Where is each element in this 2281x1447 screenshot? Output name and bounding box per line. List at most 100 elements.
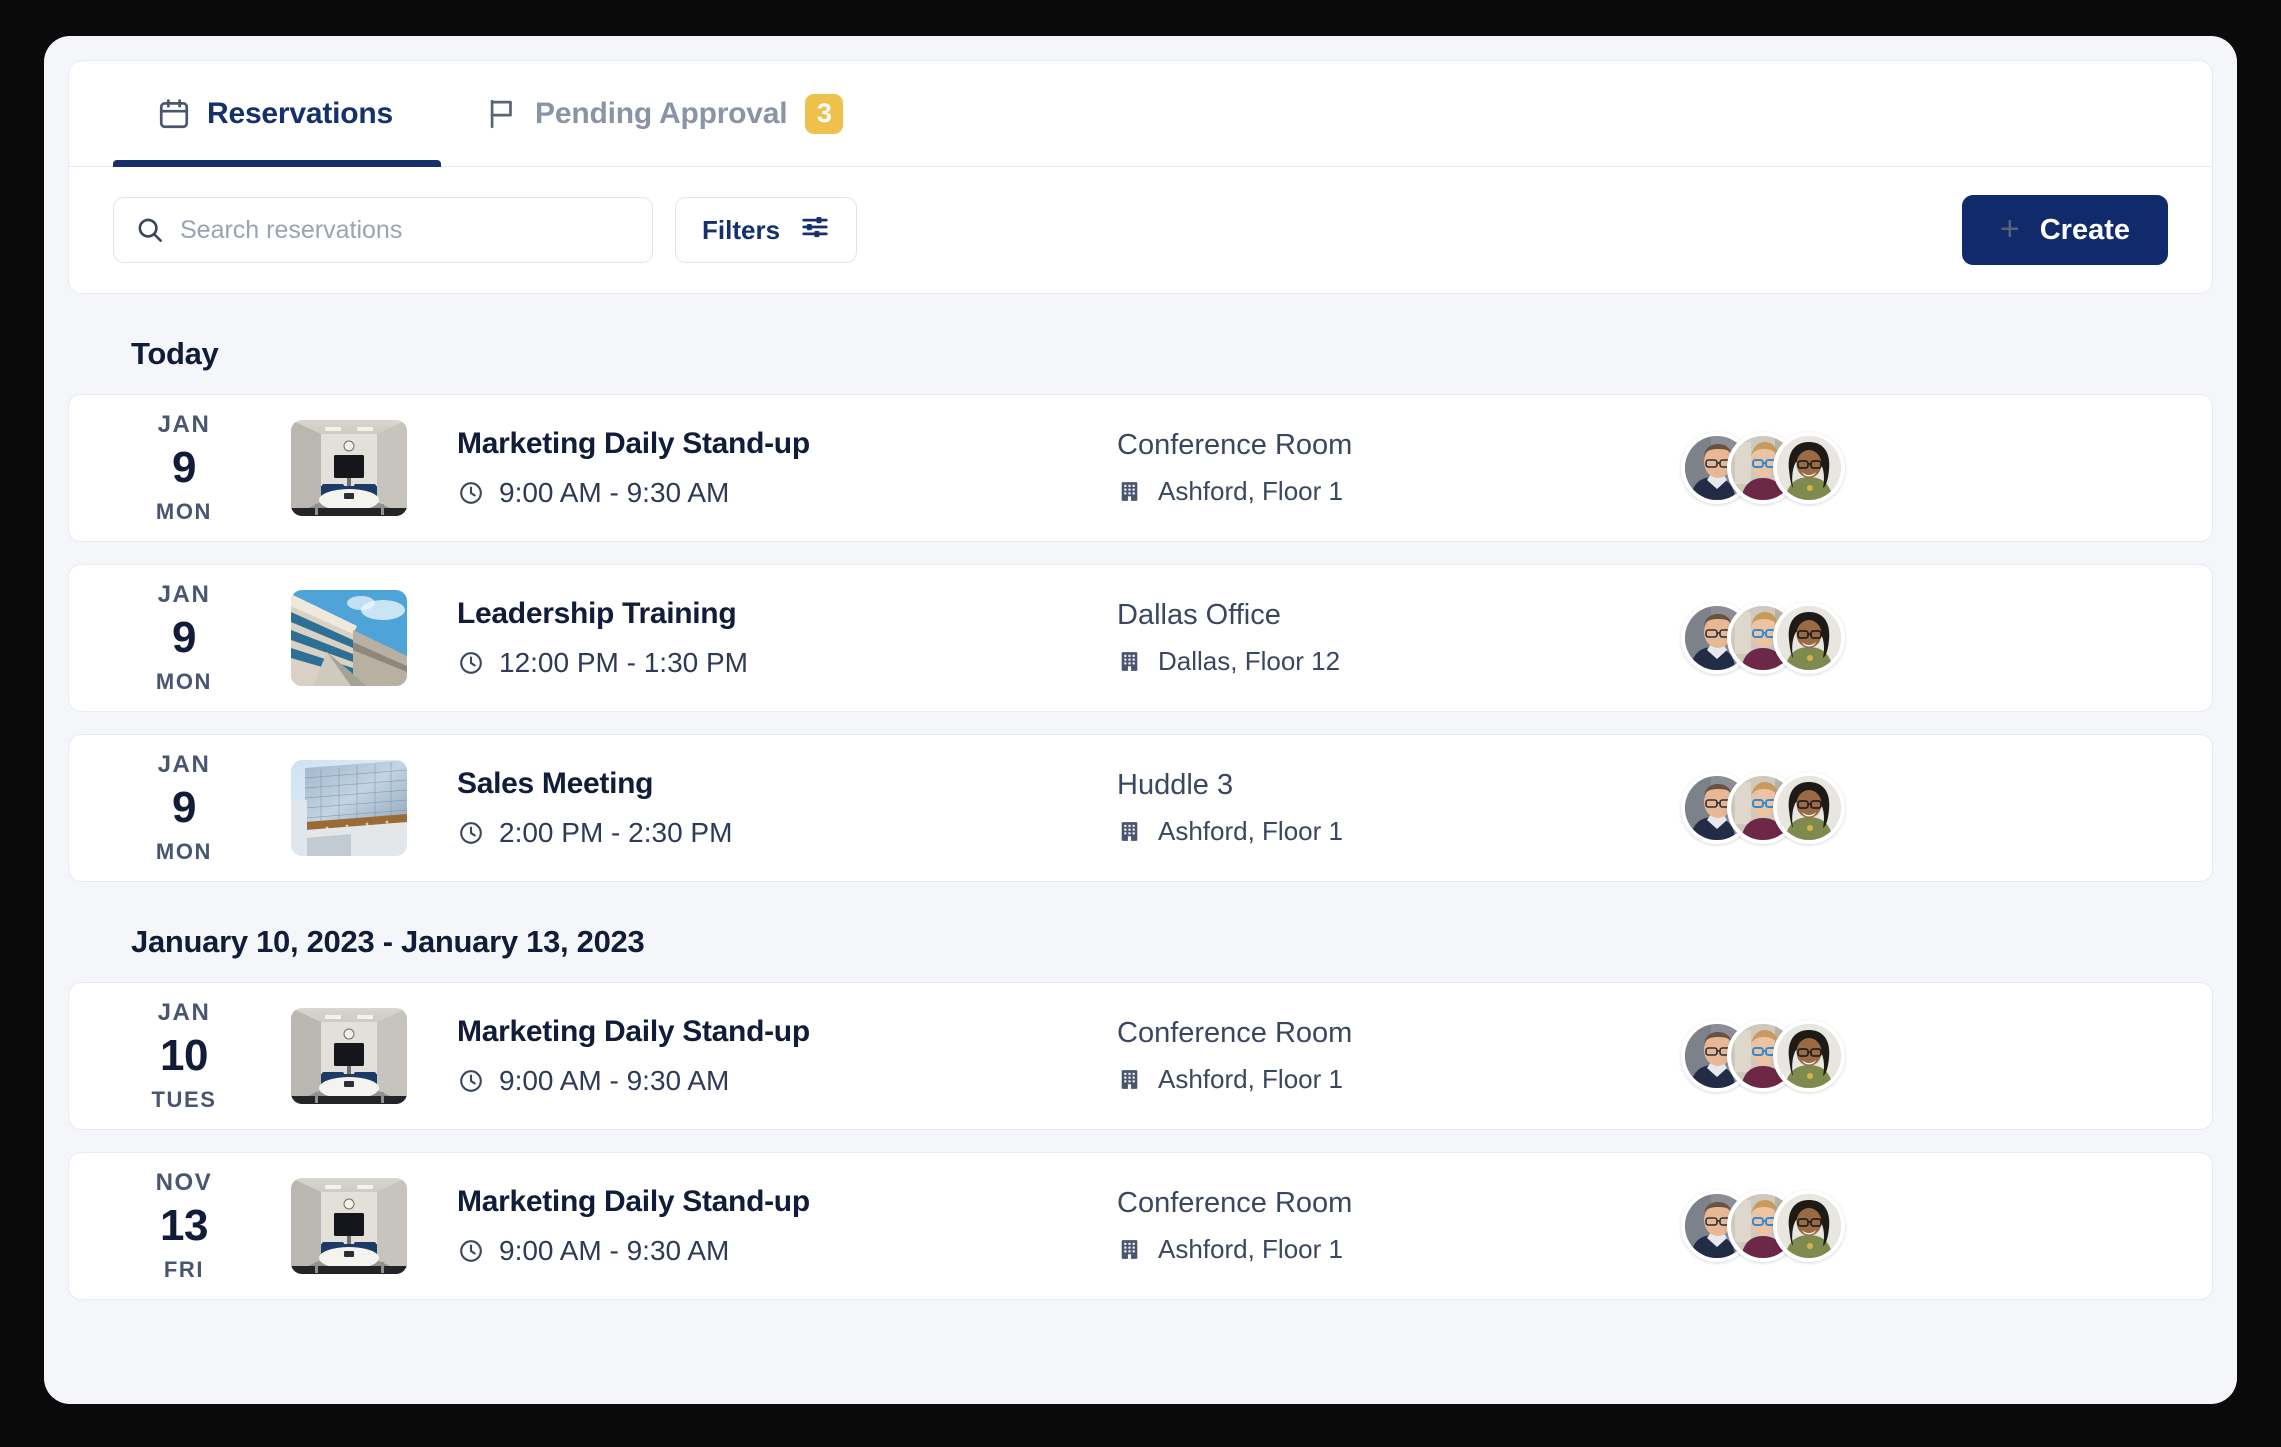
clock-icon [457, 479, 485, 507]
building-icon [1117, 1067, 1142, 1092]
location-name: Conference Room [1117, 1187, 1353, 1219]
attendee-avatars[interactable] [1681, 1020, 1845, 1092]
reservation-location: Conference Room Ashford, Floor 1 [1117, 1187, 1637, 1265]
attendee-avatars[interactable] [1681, 432, 1845, 504]
location-name: Conference Room [1117, 429, 1353, 461]
reservation-time-label: 9:00 AM - 9:30 AM [499, 1235, 730, 1266]
create-button[interactable]: + Create [1961, 195, 2168, 265]
date-weekday: FRI [163, 1257, 205, 1282]
date-day: 9 [172, 613, 196, 662]
reservation-location: Dallas Office Dallas, Floor 12 [1117, 599, 1637, 677]
avatar [1773, 602, 1845, 674]
location-name: Huddle 3 [1117, 769, 1234, 801]
building-icon [1117, 819, 1142, 844]
search-field[interactable] [113, 197, 653, 263]
filters-button[interactable]: Filters [675, 197, 858, 263]
location-building: Ashford, Floor 1 [1117, 1234, 1637, 1265]
reservation-row[interactable]: JAN 10 TUES Marketing Daily Stand-up 9:00 A… [68, 982, 2213, 1130]
sliders-icon [800, 212, 830, 249]
top-panel: Reservations Pending Approval 3 Search r… [68, 60, 2213, 294]
clock-icon [457, 649, 485, 677]
date-weekday: MON [155, 669, 213, 694]
location-building: Ashford, Floor 1 [1117, 1064, 1637, 1095]
room-thumbnail [291, 760, 407, 856]
reservation-title: Marketing Daily Stand-up [457, 427, 810, 460]
reservation-location: Huddle 3 Ashford, Floor 1 [1117, 769, 1637, 847]
location-building-label: Ashford, Floor 1 [1158, 816, 1343, 846]
reservation-time-label: 12:00 PM - 1:30 PM [499, 647, 749, 678]
reservation-date: JAN 9 MON [109, 583, 259, 693]
reservation-time: 9:00 AM - 9:30 AM [457, 1065, 1117, 1097]
reservation-list: Today JAN 9 MON Marketing Daily Stand-up 9:0… [44, 336, 2237, 1300]
create-button-label: Create [2039, 213, 2130, 246]
filters-button-label: Filters [702, 214, 781, 245]
building-icon [1117, 1237, 1142, 1262]
reservation-info: Sales Meeting 2:00 PM - 2:30 PM [457, 767, 1117, 849]
building-icon [1117, 649, 1142, 674]
date-day: 9 [172, 443, 196, 492]
app-frame: Reservations Pending Approval 3 Search r… [44, 36, 2237, 1404]
reservation-date: JAN 10 TUES [109, 1001, 259, 1111]
tab-reservations-label: Reservations [207, 96, 394, 130]
attendee-avatars[interactable] [1681, 772, 1845, 844]
reservation-title: Leadership Training [457, 597, 737, 630]
location-building-label: Ashford, Floor 1 [1158, 1234, 1343, 1264]
clock-icon [457, 1067, 485, 1095]
reservation-info: Marketing Daily Stand-up 9:00 AM - 9:30 A… [457, 1185, 1117, 1267]
location-building: Ashford, Floor 1 [1117, 476, 1637, 507]
date-weekday: MON [155, 499, 213, 524]
tab-pending-approval[interactable]: Pending Approval 3 [441, 61, 891, 166]
tab-pending-approval-label: Pending Approval [535, 96, 788, 130]
section-title: Today [131, 336, 219, 371]
reservation-time-label: 2:00 PM - 2:30 PM [499, 817, 733, 848]
date-month: JAN [157, 581, 211, 608]
reservation-row[interactable]: JAN 9 MON Sales Meeting 2:00 PM - 2:30 P… [68, 734, 2213, 882]
date-day: 10 [160, 1031, 208, 1080]
attendee-avatars[interactable] [1681, 602, 1845, 674]
reservation-row[interactable]: NOV 13 FRI Marketing Daily Stand-up 9:00 AM… [68, 1152, 2213, 1300]
reservation-info: Marketing Daily Stand-up 9:00 AM - 9:30 A… [457, 1015, 1117, 1097]
section-title: January 10, 2023 - January 13, 2023 [131, 924, 645, 959]
tab-reservations[interactable]: Reservations [113, 61, 442, 167]
avatar [1773, 432, 1845, 504]
reservation-location: Conference Room Ashford, Floor 1 [1117, 1017, 1637, 1095]
reservation-time: 9:00 AM - 9:30 AM [457, 477, 1117, 509]
date-month: JAN [157, 999, 211, 1026]
avatar [1773, 1190, 1845, 1262]
reservation-time: 9:00 AM - 9:30 AM [457, 1235, 1117, 1267]
date-day: 13 [160, 1201, 208, 1250]
attendee-avatars[interactable] [1681, 1190, 1845, 1262]
pending-approval-count-badge: 3 [805, 93, 844, 134]
room-thumbnail [291, 1178, 407, 1274]
location-name: Conference Room [1117, 1017, 1353, 1049]
date-month: JAN [157, 411, 211, 438]
location-name: Dallas Office [1117, 599, 1281, 631]
flag-icon [485, 97, 519, 131]
location-building-label: Dallas, Floor 12 [1158, 646, 1341, 676]
room-thumbnail [291, 420, 407, 516]
reservation-title: Marketing Daily Stand-up [457, 1015, 810, 1048]
date-day: 9 [172, 783, 196, 832]
reservation-title: Sales Meeting [457, 767, 654, 800]
building-icon [1117, 479, 1142, 504]
calendar-icon [157, 97, 191, 131]
reservation-info: Marketing Daily Stand-up 9:00 AM - 9:30 A… [457, 427, 1117, 509]
reservation-time: 12:00 PM - 1:30 PM [457, 647, 1117, 679]
reservation-row[interactable]: JAN 9 MON Leadership Training 12:00 PM - 1:… [68, 564, 2213, 712]
date-month: JAN [157, 751, 211, 778]
date-month: NOV [155, 1169, 213, 1196]
reservation-location: Conference Room Ashford, Floor 1 [1117, 429, 1637, 507]
reservation-title: Marketing Daily Stand-up [457, 1185, 810, 1218]
reservation-date: JAN 9 MON [109, 753, 259, 863]
room-thumbnail [291, 590, 407, 686]
reservation-time: 2:00 PM - 2:30 PM [457, 817, 1117, 849]
search-input[interactable] [113, 197, 653, 263]
reservation-date: NOV 13 FRI [109, 1171, 259, 1281]
date-weekday: MON [155, 839, 213, 864]
clock-icon [457, 819, 485, 847]
reservation-row[interactable]: JAN 9 MON Marketing Daily Stand-up 9:00 AM … [68, 394, 2213, 542]
tab-bar: Reservations Pending Approval 3 [69, 61, 2212, 167]
location-building: Dallas, Floor 12 [1117, 646, 1637, 677]
clock-icon [457, 1237, 485, 1265]
location-building-label: Ashford, Floor 1 [1158, 1064, 1343, 1094]
